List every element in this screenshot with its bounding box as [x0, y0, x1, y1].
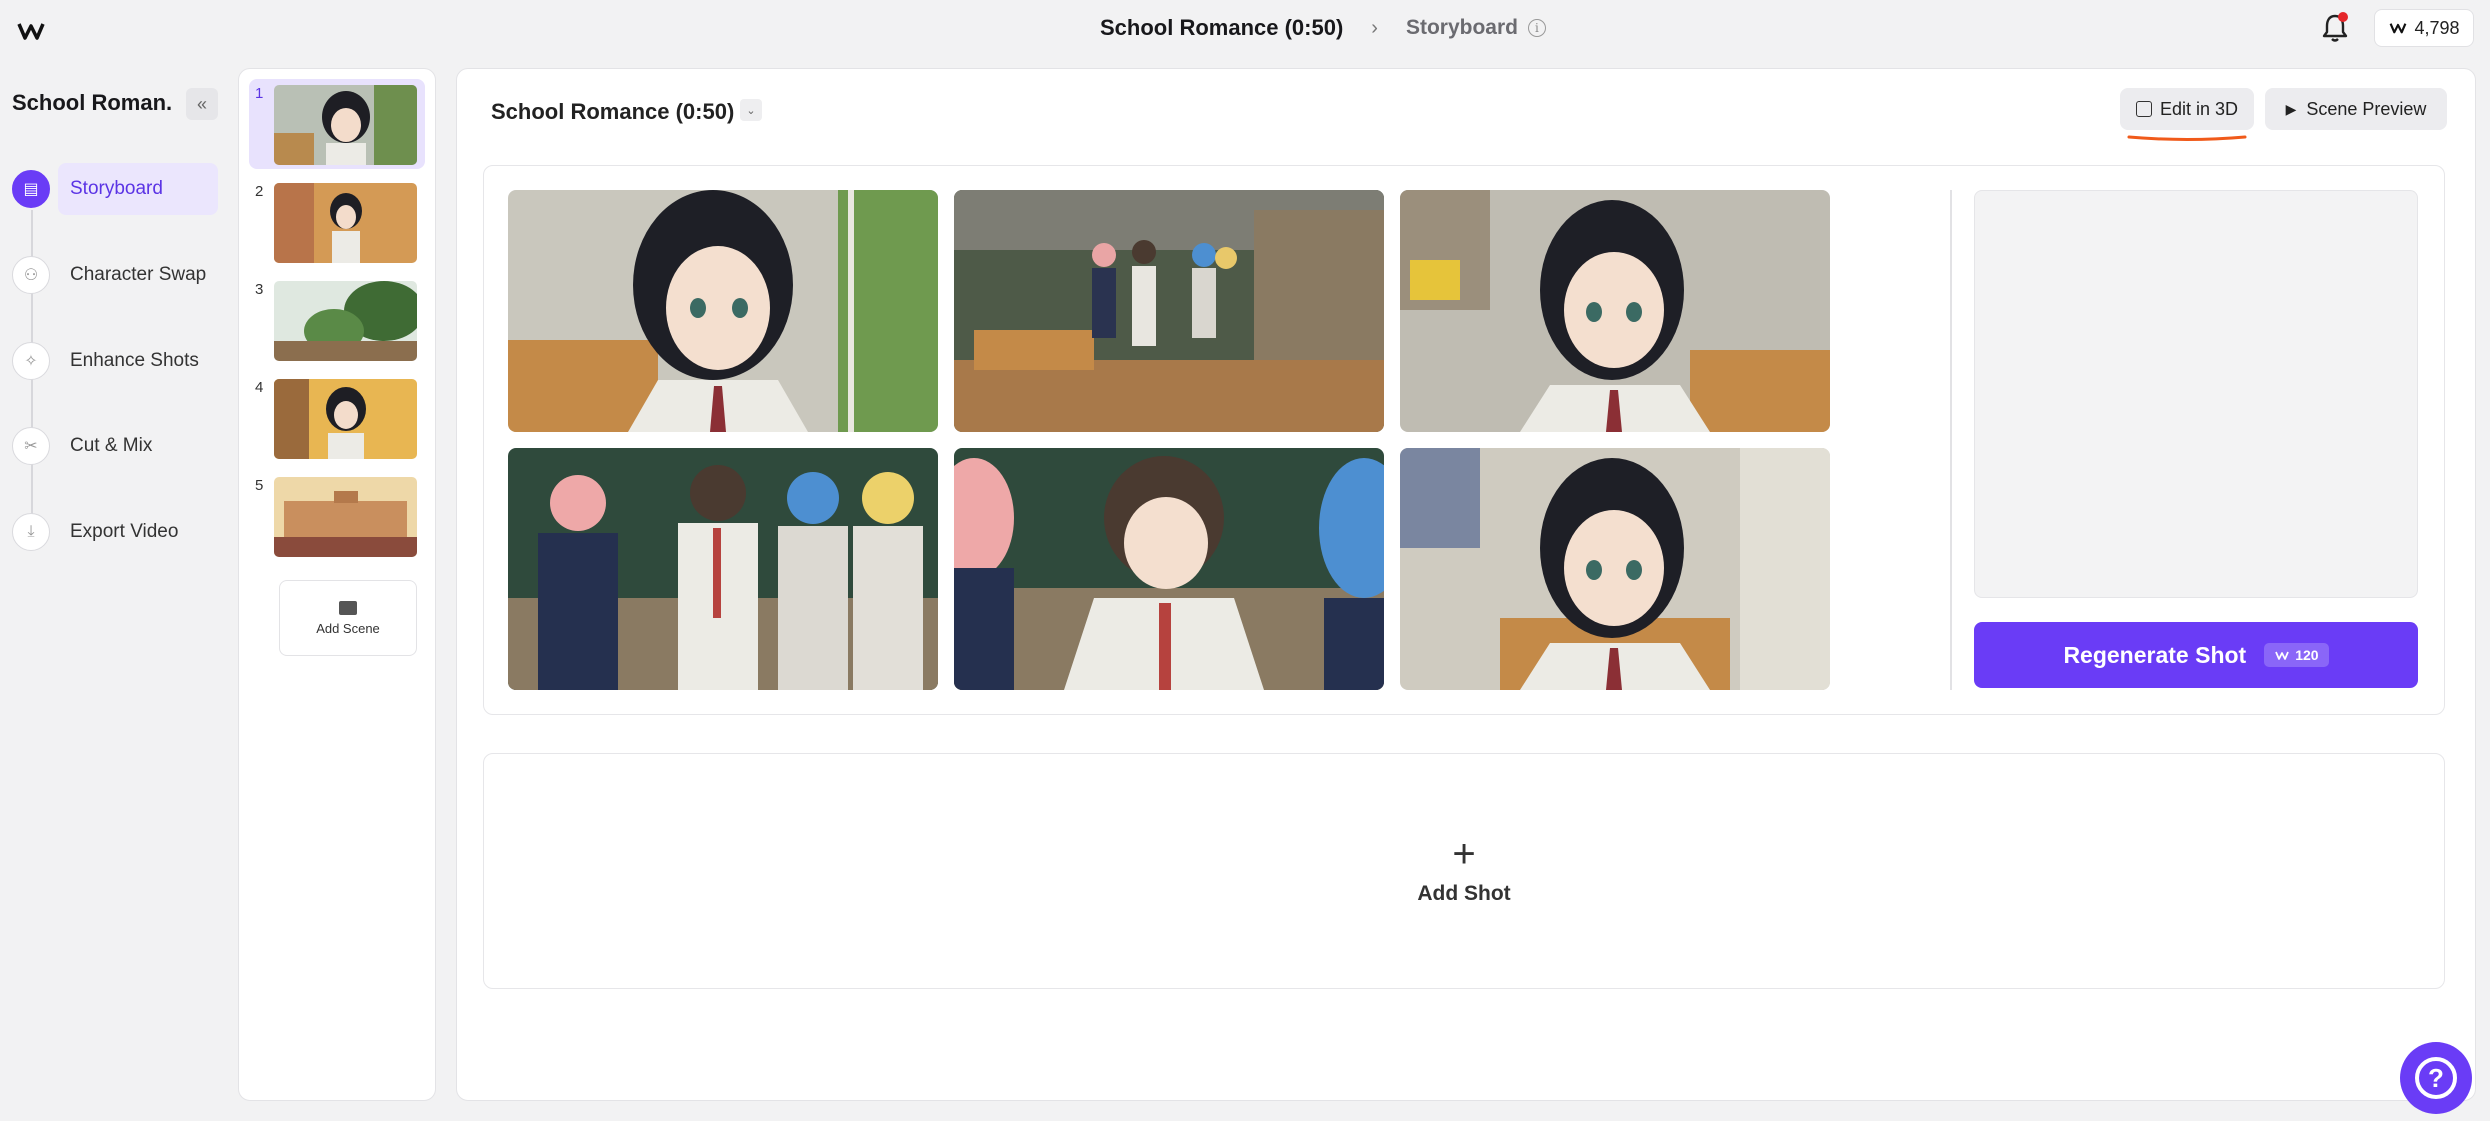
scene-item-4[interactable]: 4 — [249, 373, 425, 463]
scene-preview-button[interactable]: ▶ Scene Preview — [2265, 88, 2447, 130]
sidebar-item-label: Cut & Mix — [70, 435, 153, 456]
shot-card: Regenerate Shot 120 — [483, 165, 2445, 715]
top-breadcrumb: School Romance (0:50) › Storyboard i — [1100, 12, 1546, 44]
storyboard-icon: ▤ — [12, 170, 50, 208]
regenerate-cost-value: 120 — [2295, 647, 2319, 663]
scene-item-5[interactable]: 5 — [249, 471, 425, 561]
scene-number: 2 — [255, 183, 264, 200]
scene-thumbnail — [274, 281, 417, 361]
scene-item-1[interactable]: 1 — [249, 79, 425, 169]
vertical-divider — [1950, 190, 1952, 690]
play-icon: ▶ — [2285, 100, 2297, 117]
credits-logo-icon — [2390, 23, 2407, 34]
people-icon: ⚇ — [12, 256, 50, 294]
shot-image-5[interactable] — [954, 448, 1384, 690]
sidebar-item-storyboard[interactable]: ▤ Storyboard — [12, 166, 218, 212]
add-shot-button[interactable]: + Add Shot — [483, 753, 2445, 989]
add-scene-icon — [339, 600, 357, 615]
question-icon: ? — [2415, 1057, 2457, 1099]
sidebar-item-label: Enhance Shots — [70, 350, 199, 371]
regenerate-cost-badge: 120 — [2264, 643, 2329, 667]
credits-logo-icon — [2275, 651, 2290, 660]
credits-button[interactable]: 4,798 — [2374, 9, 2474, 47]
scene-thumbnail — [274, 85, 417, 165]
scene-list-panel: 1 2 3 4 5 Add Scene — [238, 68, 436, 1101]
scene-title: School Romance (0:50) — [491, 99, 735, 124]
regenerate-shot-label: Regenerate Shot — [2063, 641, 2247, 668]
add-scene-label: Add Scene — [316, 620, 380, 636]
cut-mix-icon: ✂ — [12, 427, 50, 465]
shot-preview-box — [1974, 190, 2418, 598]
scene-preview-label: Scene Preview — [2306, 98, 2427, 119]
sidebar-item-label: Export Video — [70, 521, 179, 542]
shot-image-3[interactable] — [1400, 190, 1830, 432]
sidebar-item-label: Storyboard — [70, 178, 163, 199]
scene-number: 5 — [255, 477, 264, 494]
highlight-underline — [2127, 135, 2247, 141]
download-icon: ⤓ — [12, 513, 50, 551]
add-scene-button[interactable]: Add Scene — [279, 580, 417, 656]
add-shot-label: Add Shot — [1417, 882, 1511, 905]
plus-icon: + — [1452, 832, 1476, 876]
info-icon[interactable]: i — [1527, 19, 1546, 37]
scene-thumbnail — [274, 477, 417, 557]
scene-thumbnail — [274, 379, 417, 459]
chevron-right-icon: › — [1371, 16, 1378, 39]
sparkle-icon: ✧ — [12, 342, 50, 380]
collapse-sidebar-icon[interactable]: « — [186, 88, 218, 120]
edit-in-3d-label: Edit in 3D — [2159, 98, 2239, 119]
project-name: School Roman... — [12, 90, 172, 115]
scene-item-2[interactable]: 2 — [249, 177, 425, 267]
chevron-down-icon[interactable]: ⌄ — [740, 99, 762, 121]
sidebar-item-export-video[interactable]: ⤓ Export Video — [12, 509, 218, 555]
main-panel: School Romance (0:50) ⌄ Edit in 3D ▶ Sce… — [456, 68, 2476, 1101]
sidebar-item-cut-mix[interactable]: ✂ Cut & Mix — [12, 423, 218, 469]
sidebar-item-enhance-shots[interactable]: ✧ Enhance Shots — [12, 338, 218, 384]
top-bar: School Romance (0:50) › Storyboard i 4,7… — [0, 0, 2490, 56]
page-title: School Romance (0:50) — [1100, 15, 1344, 40]
external-link-icon — [2135, 101, 2152, 117]
scene-number: 1 — [255, 85, 264, 102]
scene-number: 3 — [255, 281, 264, 298]
notification-badge — [2338, 12, 2348, 22]
app-logo[interactable] — [16, 18, 46, 44]
shot-image-2[interactable] — [954, 190, 1384, 432]
edit-in-3d-button[interactable]: Edit in 3D — [2120, 88, 2254, 130]
scene-number: 4 — [255, 379, 264, 396]
sidebar-item-character-swap[interactable]: ⚇ Character Swap — [12, 252, 218, 298]
shot-image-1[interactable] — [508, 190, 938, 432]
regenerate-shot-button[interactable]: Regenerate Shot 120 — [1974, 622, 2418, 688]
sidebar-item-label: Character Swap — [70, 264, 207, 285]
shot-image-6[interactable] — [1400, 448, 1830, 690]
scene-thumbnail — [274, 183, 417, 263]
credits-value: 4,798 — [2414, 17, 2460, 38]
breadcrumb-current[interactable]: Storyboard — [1406, 16, 1518, 40]
help-button[interactable]: ? — [2400, 1042, 2472, 1114]
shot-image-4[interactable] — [508, 448, 938, 690]
scene-item-3[interactable]: 3 — [249, 275, 425, 365]
